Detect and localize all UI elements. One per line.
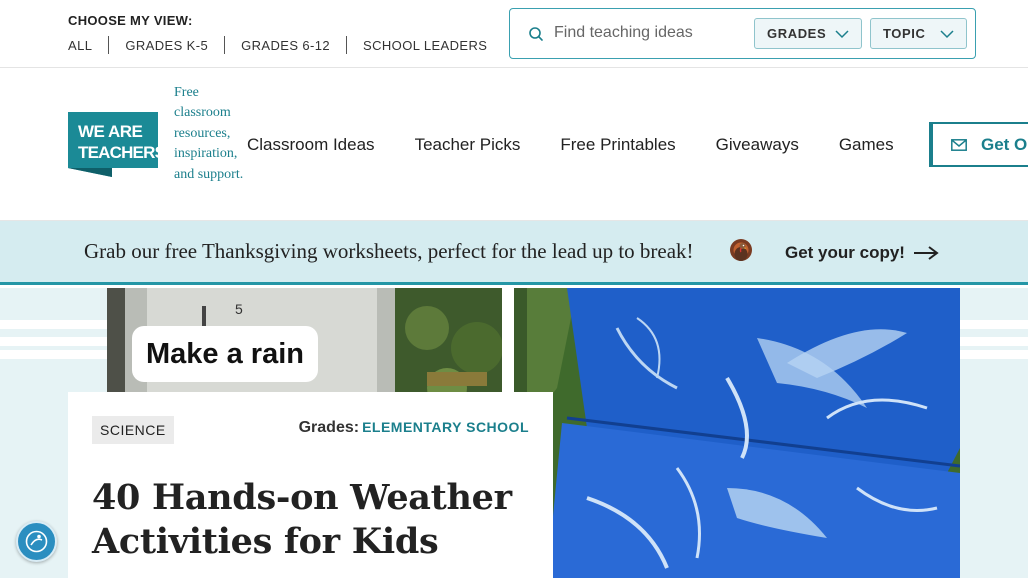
sun-print-photo [527,288,960,578]
promo-banner: Grab our free Thanksgiving worksheets, p… [0,221,1028,285]
view-links: ALL GRADES K-5 GRADES 6-12 SCHOOL LEADER… [68,36,487,54]
arrow-right-icon [913,246,939,260]
divider [224,36,226,54]
choose-view-title: CHOOSE MY VIEW: [68,13,193,28]
nav-item-giveaways[interactable]: Giveaways [716,135,799,155]
grades-label: Grades: [298,419,360,436]
view-link-school-leaders[interactable]: SCHOOL LEADERS [363,38,487,53]
search-input[interactable] [554,19,744,47]
view-link-grades-k5[interactable]: GRADES K-5 [125,38,208,53]
newsletter-cta-label: Get Ou [981,134,1028,154]
nav-item-classroom-ideas[interactable]: Classroom Ideas [247,135,375,155]
turkey-icon [730,239,752,261]
logo-line2: TEACHERS [78,143,158,162]
view-link-grades-6-12[interactable]: GRADES 6-12 [241,38,330,53]
accessibility-button[interactable] [16,521,57,562]
photo-caption: Make a rain [132,326,318,382]
topic-filter-dropdown[interactable]: TOPIC [870,18,967,49]
chevron-down-icon [835,30,849,39]
chevron-down-icon [940,30,954,39]
get-your-copy-link[interactable]: Get your copy! [785,243,939,263]
article-card: SCIENCE Grades: ELEMENTARY SCHOOL 40 Han… [68,392,553,578]
nav-item-teacher-picks[interactable]: Teacher Picks [415,135,521,155]
nav-item-games[interactable]: Games [839,135,894,155]
search-icon[interactable] [528,26,544,42]
accessibility-icon [25,530,48,553]
article-hero: 5 Make a rain SCIENCE Grades: ELEMENTARY… [0,288,1028,578]
article-title: 40 Hands-on Weather Activities for Kids [92,477,512,562]
newsletter-cta-button[interactable]: Get Ou [929,122,1028,167]
category-tag[interactable]: SCIENCE [92,416,174,444]
search-box: GRADES TOPIC [509,8,976,59]
divider [108,36,110,54]
view-link-all[interactable]: ALL [68,38,92,53]
main-header: WE ARE TEACHERS Free classroom resources… [0,68,1028,221]
grades-filter-label: GRADES [767,26,827,41]
mail-icon [951,138,967,151]
brand-tagline: Free classroom resources, inspiration, a… [174,85,244,182]
logo-line1: WE ARE [78,122,143,141]
promo-cta-label: Get your copy! [785,243,905,262]
divider [346,36,348,54]
grades-value-link[interactable]: ELEMENTARY SCHOOL [362,419,529,435]
primary-nav: Classroom Ideas Teacher Picks Free Print… [247,135,934,155]
svg-text:5: 5 [235,301,243,317]
grades-filter-dropdown[interactable]: GRADES [754,18,862,49]
grades-info: Grades: ELEMENTARY SCHOOL [299,419,529,437]
sun-print-photo-art [527,288,960,578]
topic-filter-label: TOPIC [883,26,926,41]
nav-item-free-printables[interactable]: Free Printables [560,135,675,155]
promo-text: Grab our free Thanksgiving worksheets, p… [84,239,694,263]
utility-bar: CHOOSE MY VIEW: ALL GRADES K-5 GRADES 6-… [0,0,1028,68]
we-are-teachers-logo[interactable]: WE ARE TEACHERS [68,112,158,177]
